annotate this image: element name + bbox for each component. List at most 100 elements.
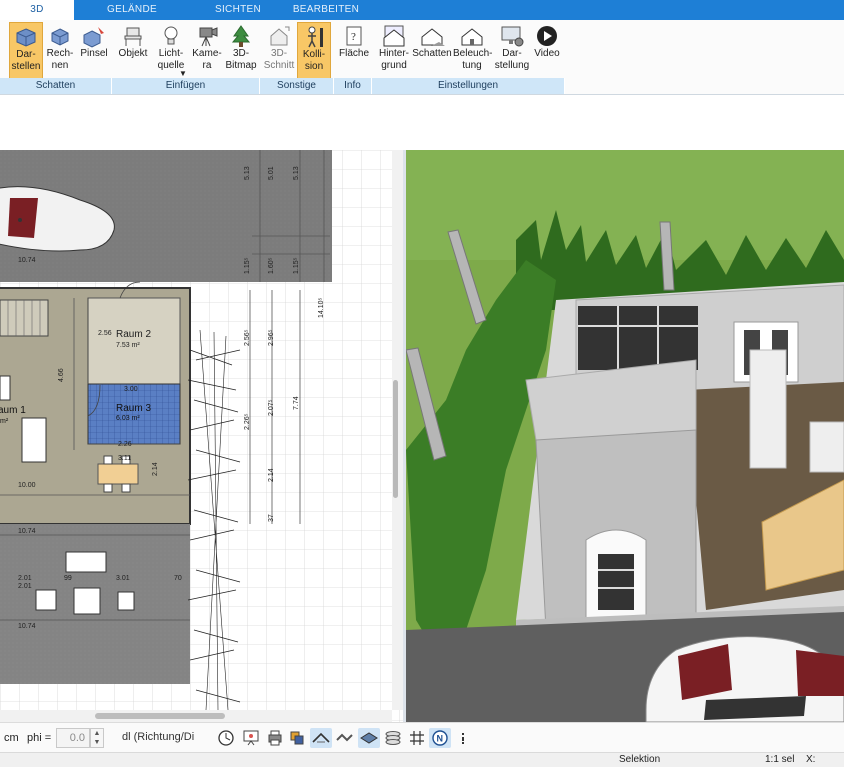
direction-select[interactable]: dl (Richtung/Di bbox=[118, 728, 206, 748]
status-x-coordinate: X: bbox=[806, 754, 816, 765]
beleuchtung-button[interactable]: Beleuch- tung bbox=[453, 22, 492, 80]
hatch-tool-icon[interactable] bbox=[334, 728, 356, 748]
ribbon-tab-bar: 3D GELÄNDE SICHTEN BEARBEITEN bbox=[0, 0, 844, 20]
print-icon[interactable] bbox=[264, 728, 286, 748]
floor-plan-view[interactable]: Raum 2 7.53 m² Raum 3 6.03 m² aum 1 m² 1… bbox=[0, 150, 404, 722]
schnitt-label: 3D- Schnitt bbox=[263, 48, 295, 71]
render-cube-icon bbox=[16, 28, 36, 47]
bottom-toolbar: cm phi = 0.0 ▲ ▼ dl (Richtung/Di N bbox=[0, 722, 844, 752]
bitmap-button[interactable]: 3D- Bitmap bbox=[224, 22, 258, 80]
darstellung-label: Dar- stellung bbox=[494, 48, 530, 71]
3d-render-canvas[interactable] bbox=[406, 150, 844, 722]
sofa-symbol[interactable] bbox=[21, 417, 47, 463]
dim-terrace-b: 2.01 bbox=[18, 583, 32, 590]
phi-label: phi = bbox=[27, 732, 52, 744]
pinsel-label: Pinsel bbox=[80, 48, 108, 59]
dim-raum3-width: 3.00 bbox=[124, 386, 138, 393]
room-3[interactable] bbox=[87, 383, 181, 445]
room-2[interactable] bbox=[87, 297, 181, 385]
section-house-icon bbox=[270, 26, 290, 46]
rechnen-button[interactable]: Rech- nen bbox=[44, 22, 76, 80]
cabinet-symbol[interactable] bbox=[0, 375, 11, 401]
area-info-icon: ? bbox=[346, 26, 362, 46]
north-arrow-icon[interactable]: N bbox=[429, 728, 451, 748]
room-2-area: 7.53 m² bbox=[116, 342, 140, 349]
kollision-label: Kolli- sion bbox=[302, 49, 326, 72]
stack-layers-icon[interactable] bbox=[382, 728, 404, 748]
dim-vert-160: 1.60⁵ bbox=[268, 257, 275, 274]
dim-house-width-2: 10.74 bbox=[18, 528, 36, 535]
chair-symbol-right[interactable] bbox=[117, 591, 135, 611]
dim-dining-2: 2.26 bbox=[118, 441, 132, 448]
flaeche-label: Fläche bbox=[338, 48, 369, 59]
dim-terrace-a: 2.01 bbox=[18, 575, 32, 582]
dim-terrace-e: 70 bbox=[174, 575, 182, 582]
table-symbol-terrace[interactable] bbox=[73, 587, 101, 615]
hintergrund-button[interactable]: Hinter- grund bbox=[376, 22, 412, 80]
status-bar: Selektion 1:1 sel X: bbox=[0, 752, 844, 767]
plan-vertical-scroll-thumb[interactable] bbox=[393, 380, 398, 498]
floor-plan-canvas[interactable]: Raum 2 7.53 m² Raum 3 6.03 m² aum 1 m² 1… bbox=[0, 150, 404, 722]
rechnen-label: Rech- nen bbox=[46, 48, 74, 71]
video-button[interactable]: Video bbox=[532, 22, 562, 80]
roof-tool-icon[interactable] bbox=[310, 728, 332, 748]
darstellen-label: Dar- stellen bbox=[11, 49, 41, 72]
bench-symbol[interactable] bbox=[65, 551, 107, 573]
phi-input[interactable]: 0.0 bbox=[56, 728, 90, 748]
kamera-button[interactable]: Kame- ra bbox=[191, 22, 223, 80]
camera-icon bbox=[199, 27, 218, 47]
svg-text:N: N bbox=[437, 734, 444, 744]
tab-sichten[interactable]: SICHTEN bbox=[202, 0, 274, 20]
dining-table[interactable] bbox=[97, 463, 139, 485]
brush-cube-icon bbox=[83, 27, 104, 48]
group-einstellungen: Einstellungen bbox=[372, 78, 565, 94]
3d-view[interactable] bbox=[406, 150, 844, 722]
chair-symbol-left[interactable] bbox=[35, 589, 57, 611]
display-settings-icon bbox=[501, 26, 524, 47]
dim-vert-207: 2.07⁵ bbox=[268, 399, 275, 416]
lighting-house-icon bbox=[461, 28, 483, 46]
floor-layer-icon[interactable] bbox=[358, 728, 380, 748]
dim-vert-774: 7.74 bbox=[293, 396, 300, 410]
stairs-symbol[interactable] bbox=[0, 299, 49, 337]
layers-color-icon[interactable] bbox=[286, 728, 308, 748]
dim-vert-513b: 5.13 bbox=[293, 166, 300, 180]
dim-dining-width: 3.11 bbox=[118, 455, 131, 462]
dim-vert-256: 2.56⁵ bbox=[244, 329, 251, 346]
dim-vert-1410: 14.10⁵ bbox=[318, 297, 325, 318]
flaeche-button[interactable]: ? Fläche bbox=[337, 22, 371, 80]
dim-vert-214: 2.14 bbox=[152, 462, 159, 476]
house-3d-model[interactable] bbox=[516, 282, 844, 662]
dim-house-width: 10.00 bbox=[18, 482, 36, 489]
darstellung-button[interactable]: Dar- stellung bbox=[494, 22, 530, 80]
dim-vert-513a: 5.13 bbox=[244, 166, 251, 180]
schatten-button[interactable]: Schatten bbox=[412, 22, 452, 80]
group-info: Info bbox=[334, 78, 372, 94]
group-schatten: Schatten bbox=[0, 78, 112, 94]
bulb-icon bbox=[164, 26, 178, 45]
presentation-icon[interactable] bbox=[240, 728, 262, 748]
dim-vert-296: 2.96⁵ bbox=[268, 329, 275, 346]
tab-gelaende[interactable]: GELÄNDE bbox=[96, 0, 168, 20]
dim-vert-214b: 2.14 bbox=[268, 468, 275, 482]
dim-terrace-d: 3.01 bbox=[116, 575, 130, 582]
tab-3d[interactable]: 3D bbox=[0, 0, 74, 20]
schnitt-button[interactable]: 3D- Schnitt bbox=[262, 22, 296, 80]
darstellen-button[interactable]: Dar- stellen bbox=[9, 22, 43, 80]
clock-icon[interactable] bbox=[215, 728, 237, 748]
room-3-name: Raum 3 bbox=[116, 403, 151, 414]
dim-raum2-height: 2.56 bbox=[98, 330, 112, 337]
tab-bearbeiten[interactable]: BEARBEITEN bbox=[290, 0, 362, 20]
pinsel-button[interactable]: Pinsel bbox=[78, 22, 110, 80]
svg-text:?: ? bbox=[351, 31, 356, 43]
kollision-button[interactable]: Kolli- sion bbox=[297, 22, 331, 80]
phi-spinner[interactable]: ▲ ▼ bbox=[90, 728, 104, 748]
grid-icon[interactable] bbox=[406, 728, 428, 748]
more-options-icon[interactable] bbox=[456, 728, 470, 748]
dim-vert-37: 37 bbox=[268, 514, 275, 522]
objekt-button[interactable]: Objekt bbox=[116, 22, 150, 80]
video-label: Video bbox=[534, 48, 560, 59]
background-house-icon bbox=[383, 25, 405, 47]
plan-horizontal-scroll-thumb[interactable] bbox=[95, 713, 225, 719]
lichtquelle-button[interactable]: Licht- quelle ▼ bbox=[152, 22, 190, 80]
